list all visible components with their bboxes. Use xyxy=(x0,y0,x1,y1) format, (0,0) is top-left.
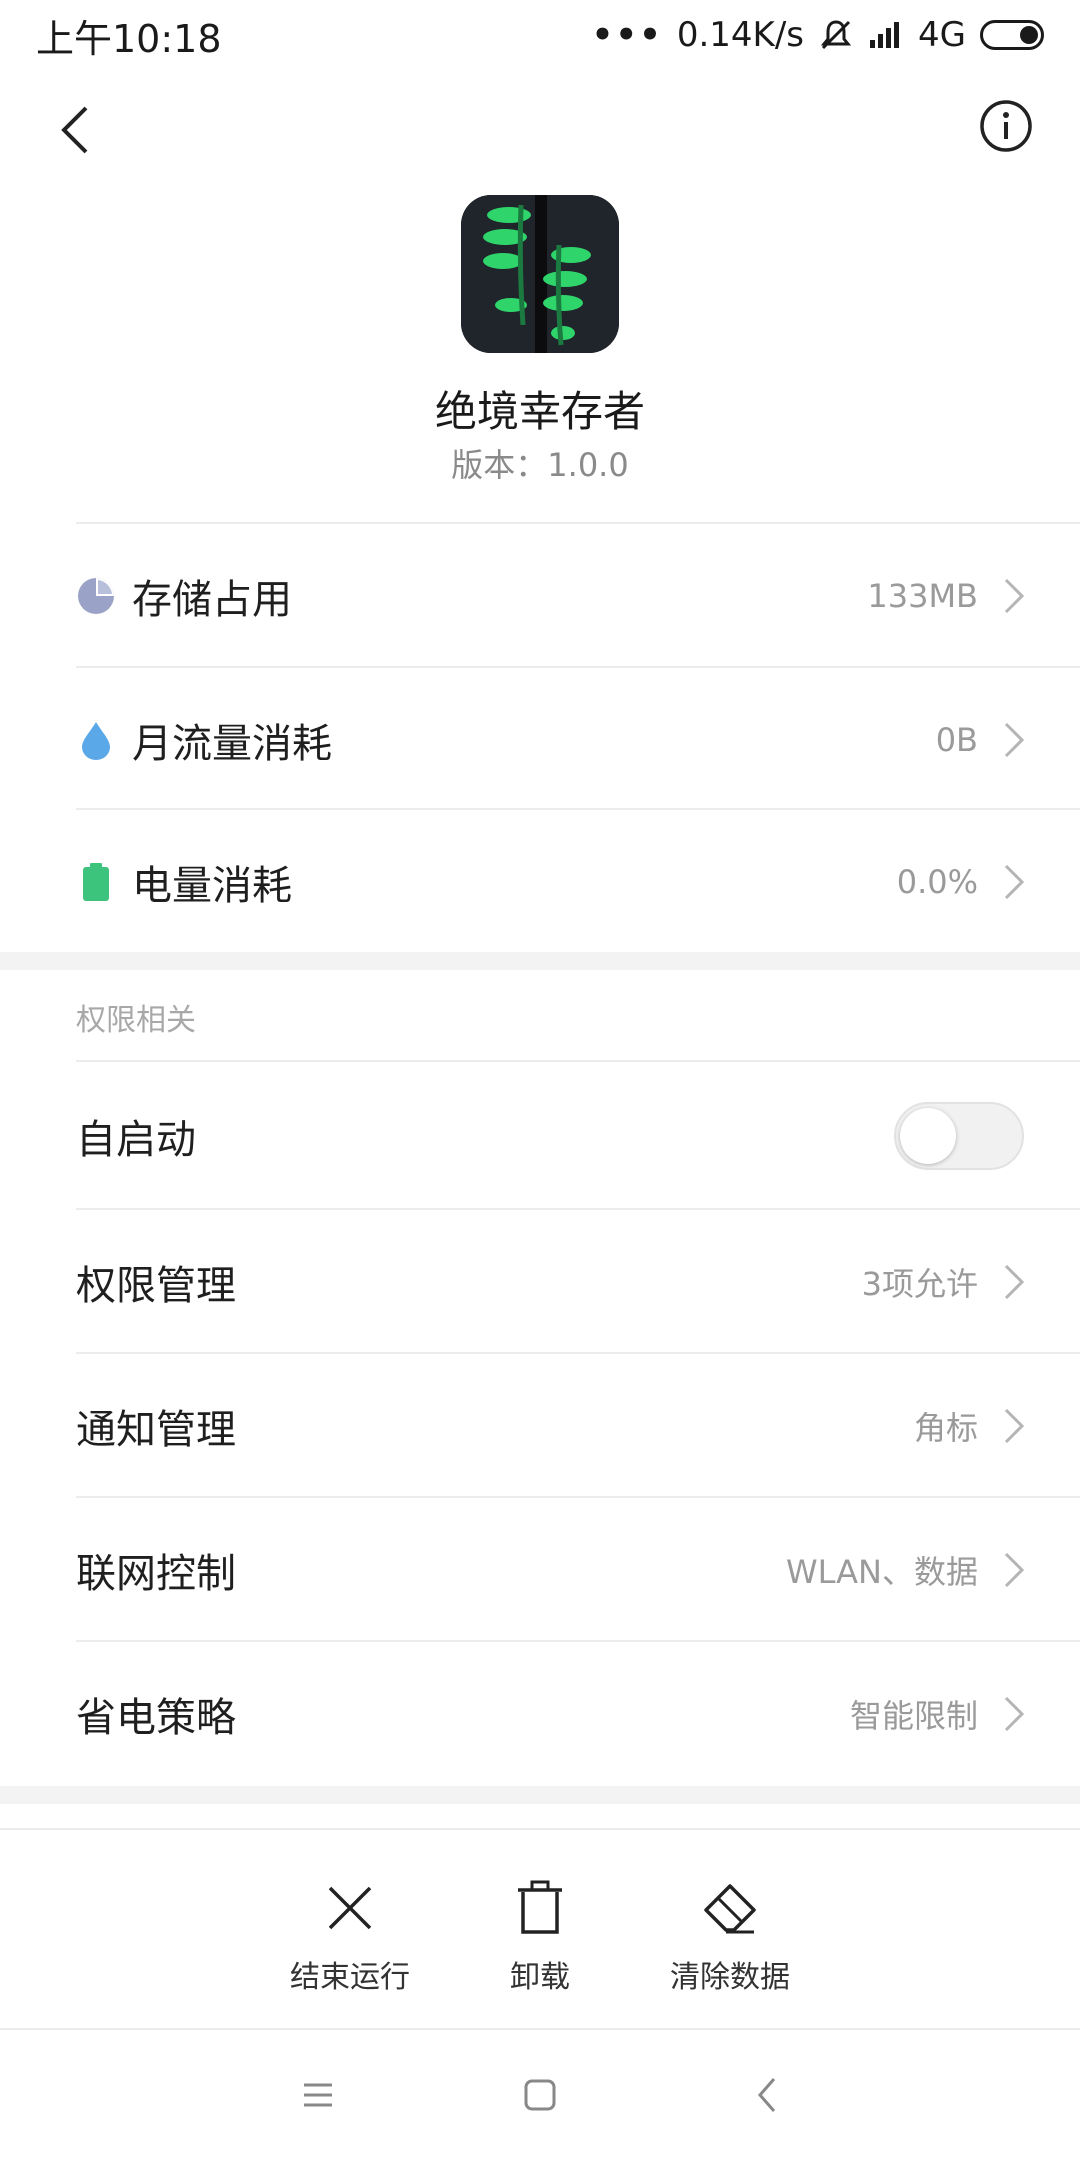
action-label: 清除数据 xyxy=(670,1960,790,1995)
app-icon xyxy=(461,195,619,353)
divider xyxy=(76,522,1080,524)
row-data-usage[interactable]: 月流量消耗 0B xyxy=(0,670,1080,810)
action-label: 卸载 xyxy=(510,1960,570,1995)
force-stop-button[interactable]: 结束运行 xyxy=(240,1830,460,1996)
row-label: 通知管理 xyxy=(76,1407,236,1453)
row-permission-management[interactable]: 权限管理 3项允许 xyxy=(0,1212,1080,1352)
network-speed: 0.14K/s xyxy=(676,15,805,55)
divider xyxy=(76,1352,1080,1354)
system-nav-bar xyxy=(0,2030,1080,2160)
battery-icon xyxy=(980,20,1044,50)
row-label: 月流量消耗 xyxy=(132,721,332,767)
section-gap xyxy=(0,1786,1080,1804)
status-indicators: ••• 0.14K/s 4G xyxy=(592,15,1044,55)
back-icon[interactable] xyxy=(48,100,108,160)
row-label: 省电策略 xyxy=(76,1695,236,1741)
pie-chart-icon xyxy=(78,578,114,614)
row-label: 联网控制 xyxy=(76,1551,236,1597)
autostart-toggle[interactable] xyxy=(894,1102,1024,1170)
eraser-icon xyxy=(704,1884,756,1934)
divider xyxy=(76,666,1080,668)
app-version: 版本：1.0.0 xyxy=(451,446,629,484)
chevron-right-icon xyxy=(1004,864,1025,900)
home-icon[interactable] xyxy=(520,2075,560,2115)
back-nav-icon[interactable] xyxy=(748,2075,788,2115)
row-notification-management[interactable]: 通知管理 角标 xyxy=(0,1356,1080,1496)
divider xyxy=(76,1640,1080,1642)
divider xyxy=(76,1496,1080,1498)
row-network-control[interactable]: 联网控制 WLAN、数据 xyxy=(0,1500,1080,1640)
row-battery[interactable]: 电量消耗 0.0% xyxy=(0,812,1080,952)
signal-icon xyxy=(870,22,900,48)
toggle-knob xyxy=(900,1108,956,1164)
row-value: 0B xyxy=(935,721,978,759)
section-title: 权限相关 xyxy=(76,1003,196,1038)
network-type: 4G xyxy=(918,15,966,55)
uninstall-button[interactable]: 卸载 xyxy=(430,1830,650,1996)
divider xyxy=(76,1060,1080,1062)
close-icon xyxy=(328,1886,372,1930)
row-label: 权限管理 xyxy=(76,1263,236,1309)
app-name: 绝境幸存者 xyxy=(434,387,645,436)
row-value: 0.0% xyxy=(896,863,978,901)
more-notifications-icon: ••• xyxy=(591,15,663,55)
chevron-right-icon xyxy=(1004,1264,1025,1300)
row-autostart[interactable]: 自启动 xyxy=(0,1066,1080,1206)
status-bar: 上午10:18 ••• 0.14K/s 4G xyxy=(0,0,1080,70)
divider xyxy=(76,1208,1080,1210)
chevron-right-icon xyxy=(1004,1552,1025,1588)
row-value: 3项允许 xyxy=(861,1265,978,1303)
water-drop-icon xyxy=(82,722,110,760)
battery-icon xyxy=(83,863,109,901)
chevron-right-icon xyxy=(1004,1408,1025,1444)
row-power-saving[interactable]: 省电策略 智能限制 xyxy=(0,1644,1080,1784)
row-label: 存储占用 xyxy=(132,577,292,623)
mute-icon xyxy=(820,20,852,50)
row-label: 自启动 xyxy=(76,1117,196,1163)
top-nav xyxy=(0,80,1080,170)
divider xyxy=(76,808,1080,810)
trash-icon xyxy=(518,1880,562,1934)
row-value: 角标 xyxy=(913,1409,978,1447)
clear-data-button[interactable]: 清除数据 xyxy=(620,1830,840,1996)
chevron-right-icon xyxy=(1004,578,1025,614)
action-bar: 结束运行 卸载 清除数据 xyxy=(0,1830,1080,2030)
chevron-right-icon xyxy=(1004,722,1025,758)
row-storage[interactable]: 存储占用 133MB xyxy=(0,526,1080,666)
info-icon[interactable] xyxy=(978,98,1034,154)
section-gap xyxy=(0,952,1080,970)
row-label: 电量消耗 xyxy=(132,863,292,909)
row-value: 智能限制 xyxy=(849,1697,978,1735)
status-time: 上午10:18 xyxy=(36,16,222,61)
action-label: 结束运行 xyxy=(290,1960,410,1995)
row-value: 133MB xyxy=(867,577,978,615)
menu-icon[interactable] xyxy=(298,2075,338,2115)
chevron-right-icon xyxy=(1004,1696,1025,1732)
row-value: WLAN、数据 xyxy=(785,1553,978,1591)
